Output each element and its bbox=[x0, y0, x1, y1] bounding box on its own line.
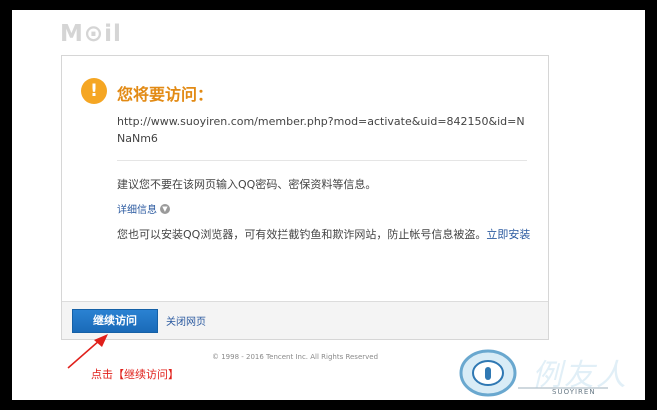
security-advice: 建议您不要在该网页输入QQ密码、密保资料等信息。 bbox=[117, 178, 377, 191]
divider bbox=[117, 160, 527, 161]
details-label: 详细信息 bbox=[117, 205, 157, 216]
chevron-down-icon: ▼ bbox=[160, 203, 170, 214]
copyright-text: © 1998 - 2016 Tencent Inc. All Rights Re… bbox=[212, 353, 379, 361]
redirect-warning-card: ! 您将要访问： http://www.suoyiren.com/member.… bbox=[61, 55, 549, 340]
browser-promo-text: 您也可以安装QQ浏览器，可有效拦截钓鱼和欺诈网站，防止帐号信息被盗。 bbox=[117, 228, 487, 241]
page-canvas: M⊙il ! 您将要访问： http://www.suoyiren.com/me… bbox=[12, 10, 645, 400]
target-url: http://www.suoyiren.com/member.php?mod=a… bbox=[117, 115, 525, 145]
browser-promo: 您也可以安装QQ浏览器，可有效拦截钓鱼和欺诈网站，防止帐号信息被盗。立即安装 bbox=[117, 226, 530, 242]
annotation-text: 点击【继续访问】 bbox=[91, 368, 179, 381]
continue-button[interactable]: 继续访问 bbox=[72, 309, 158, 333]
install-link[interactable]: 立即安装 bbox=[486, 228, 530, 241]
details-toggle[interactable]: 详细信息 ▼ bbox=[117, 201, 170, 216]
warning-icon: ! bbox=[81, 78, 107, 104]
card-footer: 继续访问 关闭网页 bbox=[62, 301, 548, 339]
watermark-sub-text: SUOYIREN bbox=[552, 388, 596, 396]
mail-logo: M⊙il bbox=[60, 21, 122, 47]
dialog-title: 您将要访问： bbox=[117, 85, 214, 104]
close-page-link[interactable]: 关闭网页 bbox=[166, 313, 206, 328]
